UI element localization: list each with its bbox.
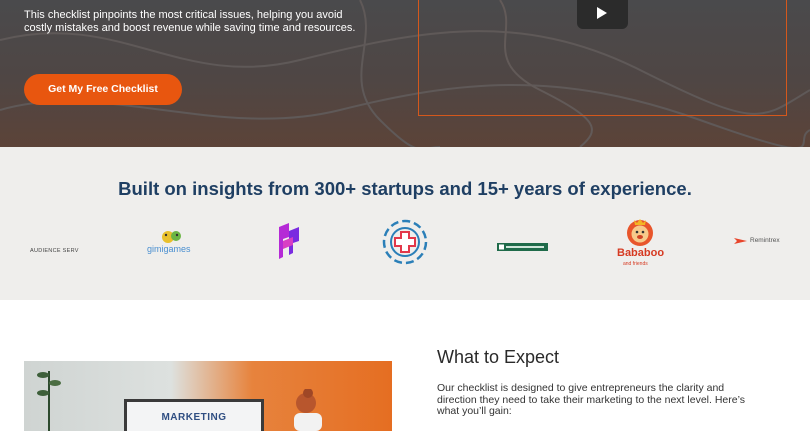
logo-audience-serv: AUDIENCE SERV [30,239,79,257]
logo-audience-serv-text: AUDIENCE SERV [30,248,79,254]
what-to-expect-heading: What to Expect [437,347,560,367]
hero-section: This checklist pinpoints the most critic… [0,0,810,147]
logo-bababoo-tagline: and friends [623,261,648,267]
play-icon [597,7,607,19]
green-badge-icon [497,243,548,251]
video-player[interactable] [418,0,787,116]
logo-bababoo: Bababoo and friends [615,217,665,271]
gimigames-mascot-icon [162,231,181,243]
play-button[interactable] [577,0,628,29]
logos-heading: Built on insights from 300+ startups and… [118,178,692,199]
hero-description: This checklist pinpoints the most critic… [24,9,356,34]
logo-gimigames-text: gimigames [147,244,191,254]
marketing-board: MARKETING [124,399,264,431]
marketing-board-text: MARKETING [161,412,227,423]
logo-medical-cross [380,219,430,270]
logo-remintrex: Remintrex [734,236,784,248]
logo-gimigames: gimigames [146,227,196,257]
what-to-expect-body: Our checklist is designed to give entrep… [437,382,745,417]
logo-bababoo-text: Bababoo [617,247,665,259]
person-illustration [294,389,322,431]
purple-brand-icon [279,223,299,259]
marketing-photo: MARKETING [24,361,392,431]
get-checklist-button[interactable]: Get My Free Checklist [24,74,182,105]
plant-illustration [37,371,61,431]
remintrex-arrow-icon [734,238,747,244]
bababoo-lion-icon [627,219,653,246]
logo-green-badge [497,238,548,256]
medical-cross-icon [382,219,428,265]
client-logos-section: Built on insights from 300+ startups and… [0,147,810,300]
logo-remintrex-text: Remintrex [750,237,780,244]
logo-purple-brand [277,223,301,264]
